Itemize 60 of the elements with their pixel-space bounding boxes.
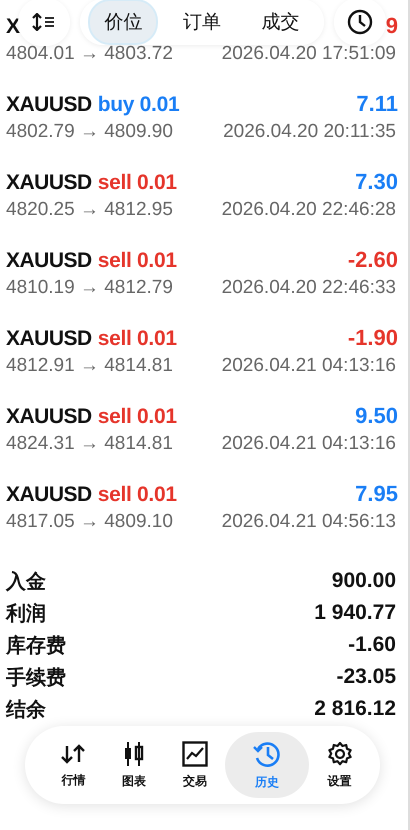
symbol-text: X [6,15,20,39]
sort-icon [32,13,56,31]
nav-item[interactable]: 设置 [309,732,370,798]
nav-item[interactable]: 图表 [104,732,164,798]
symbol-text: XAUUSD [6,93,92,117]
arrows-icon [60,742,86,766]
price-range: 4824.31 → 4814.81 [6,433,173,455]
nav-item[interactable]: 交易 [164,732,226,798]
profit-value: -2.60 [348,247,398,273]
price-range: 4820.25 → 4812.95 [6,199,173,221]
trade-time: 2026.04.20 22:46:28 [222,199,396,221]
symbol-text: XAUUSD [6,171,92,195]
symbol-text: XAUUSD [6,405,92,429]
clock-icon [347,9,373,35]
clock-button[interactable] [334,0,386,46]
trade-direction: sell 0.01 [98,327,177,351]
summary-label: 手续费 [6,666,66,690]
price-range: 4804.01 → 4803.72 [6,43,173,65]
trade-direction: sell 0.01 [98,483,177,507]
profit-value: -1.90 [348,325,398,351]
trade-direction: buy 0.01 [98,93,180,117]
tab[interactable]: 成交 [248,1,314,43]
symbol-text: XAUUSD [6,483,92,507]
trade-time: 2026.04.21 04:13:16 [222,433,396,455]
trade-time: 2026.04.20 17:51:09 [222,43,396,65]
trade-direction: sell 0.01 [98,249,177,273]
symbol-text: XAUUSD [6,249,92,273]
profit-value: 7.95 [355,481,398,507]
summary-label: 库存费 [6,634,66,658]
price-range: 4817.05 → 4809.10 [6,511,173,533]
trade-time: 2026.04.20 22:46:33 [222,277,396,299]
summary-value: 900.00 [332,569,396,593]
profit-value: 9.50 [355,403,398,429]
trade-direction: sell 0.01 [98,171,177,195]
settings-icon [326,740,353,766]
price-range: 4812.91 → 4814.81 [6,355,173,377]
trade-time: 2026.04.20 20:11:35 [223,121,396,143]
summary-label: 结余 [6,698,46,722]
sort-button[interactable] [18,0,70,46]
trade-time: 2026.04.21 04:56:13 [222,511,396,533]
price-range: 4802.79 → 4809.90 [6,121,173,143]
symbol-text: XAUUSD [6,327,92,351]
line-chart-icon [182,740,208,766]
summary-value: -1.60 [348,633,396,657]
summary-value: -23.05 [336,665,396,689]
summary-value: 2 816.12 [314,697,396,721]
summary-label: 利润 [6,602,46,626]
summary-label: 入金 [6,570,46,594]
history-icon [253,740,282,768]
profit-value: 7.30 [355,169,398,195]
trade-time: 2026.04.21 04:13:16 [222,355,396,377]
profit-value: 9 [386,13,398,39]
nav-item[interactable]: 行情 [43,732,104,798]
candlestick-icon [123,740,146,766]
trade-direction: sell 0.01 [98,405,177,429]
tab[interactable]: 订单 [168,1,235,43]
price-range: 4810.19 → 4812.79 [6,277,173,299]
summary-value: 1 940.77 [314,601,396,625]
tab[interactable]: 价位 [90,1,156,43]
profit-value: 7.11 [356,91,398,117]
